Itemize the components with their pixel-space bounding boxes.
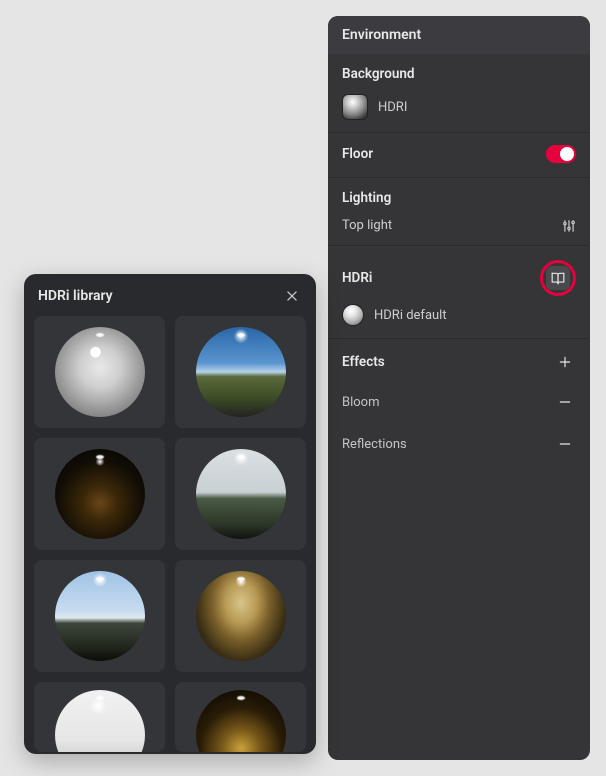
hdri-sphere-preview <box>196 449 286 539</box>
hdri-thumb[interactable] <box>34 316 165 428</box>
hdri-thumb[interactable] <box>175 438 306 550</box>
hdri-sphere-preview <box>196 327 286 417</box>
effects-section: Effects Bloom Refle <box>328 339 590 465</box>
effect-row-reflections[interactable]: Reflections <box>328 423 590 465</box>
hdri-value-label: HDRi default <box>374 308 447 323</box>
hdri-sphere-preview <box>55 571 145 661</box>
environment-panel: Environment Background HDRI Floor Lighti… <box>328 16 590 760</box>
hdri-thumb[interactable] <box>34 682 165 752</box>
lighting-title: Lighting <box>342 190 391 206</box>
hdri-title: HDRi <box>342 270 372 286</box>
hdri-library-button[interactable] <box>546 266 570 290</box>
sliders-icon[interactable] <box>562 219 576 233</box>
background-value-row[interactable]: HDRI <box>328 90 590 132</box>
floor-title: Floor <box>342 146 373 162</box>
hdri-thumb[interactable] <box>175 316 306 428</box>
hdri-thumb-grid <box>24 316 316 754</box>
hdri-section: HDRi HDRi default <box>328 246 590 339</box>
hdri-sphere-preview <box>55 690 145 752</box>
hdri-swatch-icon <box>342 94 368 120</box>
hdri-library-popup: HDRi library <box>24 274 316 754</box>
minus-icon <box>558 437 572 451</box>
hdri-thumb[interactable] <box>34 438 165 550</box>
hdri-sphere-preview <box>55 449 145 539</box>
floor-section: Floor <box>328 133 590 178</box>
background-value-label: HDRI <box>378 100 407 115</box>
popup-title: HDRi library <box>38 288 113 304</box>
close-icon <box>285 289 299 303</box>
hdri-thumb[interactable] <box>175 560 306 672</box>
plus-icon <box>558 355 572 369</box>
hdri-sphere-icon <box>342 304 364 326</box>
minus-icon <box>558 395 572 409</box>
background-section: Background HDRI <box>328 54 590 133</box>
hdri-thumb[interactable] <box>175 682 306 752</box>
hdri-value-row[interactable]: HDRi default <box>328 300 590 338</box>
lighting-item-label: Top light <box>342 218 392 233</box>
effect-label: Bloom <box>342 395 380 410</box>
floor-toggle[interactable] <box>546 145 576 163</box>
close-button[interactable] <box>282 286 302 306</box>
add-effect-button[interactable] <box>554 351 576 373</box>
lighting-item-row[interactable]: Top light <box>328 214 590 245</box>
hdri-library-highlight <box>540 260 576 296</box>
hdri-thumb[interactable] <box>34 560 165 672</box>
hdri-sphere-preview <box>55 327 145 417</box>
panel-title: Environment <box>328 16 590 54</box>
background-title: Background <box>342 66 415 82</box>
effects-title: Effects <box>342 354 385 370</box>
hdri-sphere-preview <box>196 571 286 661</box>
popup-header: HDRi library <box>24 274 316 316</box>
remove-effect-bloom[interactable] <box>554 391 576 413</box>
hdri-sphere-preview <box>196 690 286 752</box>
remove-effect-reflections[interactable] <box>554 433 576 455</box>
lighting-section: Lighting Top light <box>328 178 590 246</box>
toggle-knob <box>560 147 574 161</box>
effect-label: Reflections <box>342 437 407 452</box>
effect-row-bloom[interactable]: Bloom <box>328 381 590 423</box>
book-icon <box>551 271 565 285</box>
